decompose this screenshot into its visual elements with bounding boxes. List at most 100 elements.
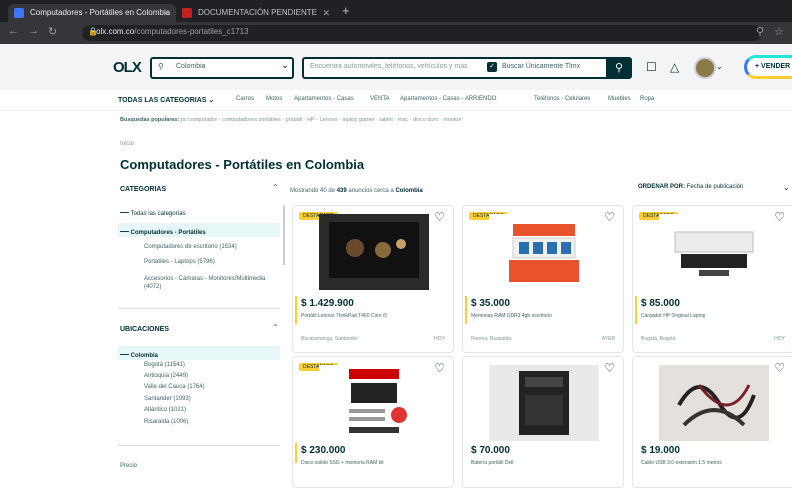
listing-title: Portátil Lenovo ThinkPad T460 Core i5 (301, 313, 387, 319)
nav-link[interactable]: Ropa (640, 96, 654, 102)
nav-link[interactable]: Muebles (608, 96, 631, 102)
flyer-image (319, 365, 429, 441)
sidebar-location[interactable]: Santander (1093) (144, 396, 191, 402)
listing-card[interactable]: ♡ $ 70.000 Batería portátil Dell (462, 356, 624, 488)
listing-price: $ 230.000 (301, 445, 346, 456)
nav-link[interactable]: VENTA (370, 96, 390, 102)
results-summary: Mostrando 40 de 439 anuncios cerca a Col… (290, 188, 423, 194)
search-placeholder: Encuentra automóviles, teléfonos, vehícu… (310, 63, 468, 70)
listing-card[interactable]: ♡ $ 19.000 Cable USB 3.0 extensión 1.5 m… (632, 356, 792, 488)
sidebar-selected-location[interactable]: — Colombia (120, 349, 158, 359)
sidebar-location[interactable]: Bogotá (11541) (144, 362, 185, 368)
listing-date: HOY (434, 336, 445, 342)
location-pin-icon[interactable]: ⚲ (756, 25, 764, 38)
search-icon: ⚲ (614, 62, 624, 74)
heart-icon[interactable]: ♡ (774, 361, 785, 375)
featured-bar (295, 296, 297, 324)
listing-price: $ 1.429.900 (301, 298, 354, 309)
reload-icon[interactable]: ↻ (48, 25, 57, 38)
sort-dropdown[interactable]: ORDENAR POR: Fecha de publicación (638, 184, 743, 190)
listing-card[interactable]: DESTACADO ♡ $ 230.000 Disco solido SSD +… (292, 356, 454, 488)
listing-location: Pereira, Risaralda (471, 336, 512, 342)
heart-icon[interactable]: ♡ (604, 361, 615, 375)
nav-link[interactable]: Apartamentos - Casas (294, 96, 354, 102)
forward-arrow-icon[interactable]: → (28, 25, 39, 37)
featured-bar (465, 296, 467, 324)
popular-searches: Búsquedas populares: pc computador · com… (120, 117, 462, 123)
sidebar-scrollbar[interactable] (283, 205, 285, 265)
back-arrow-icon[interactable]: ← (8, 25, 19, 37)
product-box-image (489, 214, 599, 290)
nav-link[interactable]: Apartamentos - Casas - ARRIENDO (400, 96, 496, 102)
featured-bar (295, 443, 297, 463)
listing-title: Cable USB 3.0 extensión 1.5 metros (641, 460, 722, 466)
sidebar-subcategory[interactable]: Computadores de escritorio (1534) (144, 244, 237, 250)
sidebar-location[interactable]: Antioquia (2449) (144, 373, 188, 379)
battery-image (489, 365, 599, 441)
bell-icon[interactable]: △ (670, 60, 679, 74)
browser-tab-active[interactable]: Computadores - Portátiles en Colombia ✕ (8, 4, 176, 22)
close-tab-icon[interactable]: ✕ (322, 4, 330, 22)
sidebar-all-categories[interactable]: — Todas las categorías (120, 207, 186, 217)
sidebar-selected-category[interactable]: — Computadores - Portátiles (120, 226, 206, 236)
tlmx-checkbox-label: Buscar Únicamente Tlmx (502, 63, 581, 70)
search-icon: ⚲ (158, 62, 164, 71)
sidebar-location[interactable]: Atlántico (1021) (144, 407, 186, 413)
locations-heading: UBICACIONES (120, 326, 170, 333)
sidebar-location[interactable]: Risaralda (1006) (144, 419, 188, 425)
chat-icon[interactable]: ☐ (646, 60, 657, 74)
nav-link[interactable]: Teléfonos - Celulares (534, 96, 590, 102)
chevron-down-icon[interactable]: ⌄ (716, 62, 723, 71)
listing-location: Bogotá, Bogotá (641, 336, 676, 342)
listing-date: HOY (774, 336, 785, 342)
chevron-up-icon[interactable]: ⌃ (272, 183, 279, 192)
star-icon[interactable]: ☆ (774, 25, 784, 38)
listing-card[interactable]: DESTACADO ♡ $ 35.000 Memorias RAM DDR3 4… (462, 205, 624, 353)
heart-icon[interactable]: ♡ (604, 210, 615, 224)
listing-location: Bucaramanga, Santander (301, 336, 358, 342)
search-button[interactable]: ⚲ (606, 57, 632, 79)
listing-title: Memorias RAM DDR3 4gb escritorio (471, 313, 552, 319)
chevron-down-icon: ⌄ (281, 60, 290, 71)
heart-icon[interactable]: ♡ (434, 210, 445, 224)
laptop-image (319, 214, 429, 290)
breadcrumb[interactable]: Inicio (120, 141, 134, 147)
sidebar-location[interactable]: Valle del Cauca (1764) (144, 384, 205, 390)
cable-image (659, 365, 769, 441)
olx-logo[interactable]: OLX (113, 59, 142, 76)
categories-heading: CATEGORIAS (120, 186, 167, 193)
url-text: olx.com.co/computadores-portatiles_c1713 (96, 27, 249, 36)
location-value: Colombia (176, 63, 206, 70)
location-select[interactable] (150, 57, 294, 79)
sidebar-subcategory[interactable]: (4072) (144, 284, 161, 290)
document-favicon-icon (182, 8, 192, 18)
nav-link[interactable]: Carros (236, 96, 254, 102)
tab-title: DOCUMENTACIÓN PENDIENTE (198, 8, 317, 17)
listing-date: AYER (601, 336, 615, 342)
sidebar-price-heading[interactable]: Precio (120, 463, 137, 469)
chevron-down-icon[interactable]: ⌄ (783, 183, 790, 192)
new-tab-icon[interactable]: + (342, 3, 350, 18)
nav-link[interactable]: Motos (266, 96, 282, 102)
close-tab-icon[interactable]: ✕ (162, 4, 170, 22)
device-image (659, 214, 769, 290)
listing-card[interactable]: DESTACADO ♡ $ 85.000 Cargador HP Origina… (632, 205, 792, 353)
sidebar-subcategory[interactable]: Portátiles - Laptops (5796) (144, 259, 215, 265)
tab-title: Computadores - Portátiles en Colombia (30, 8, 171, 17)
sell-button[interactable]: + VENDER (744, 55, 792, 79)
tlmx-checkbox[interactable]: ✓ (487, 62, 497, 72)
listing-title: Batería portátil Dell (471, 460, 514, 466)
avatar[interactable] (694, 57, 716, 79)
heart-icon[interactable]: ♡ (434, 361, 445, 375)
listing-title: Cargador HP Original Laptop (641, 313, 706, 319)
olx-favicon-icon (14, 8, 24, 18)
all-categories-dropdown[interactable]: TODAS LAS CATEGORIAS ⌄ (118, 96, 214, 104)
sidebar-subcategory[interactable]: Accesorios - Cámaras - Monitores/Multime… (144, 276, 265, 282)
listing-price: $ 70.000 (471, 445, 510, 456)
listing-card[interactable]: DESTACADO ♡ $ 1.429.900 Portátil Lenovo … (292, 205, 454, 353)
chevron-up-icon[interactable]: ⌃ (272, 323, 279, 332)
listing-price: $ 35.000 (471, 298, 510, 309)
heart-icon[interactable]: ♡ (774, 210, 785, 224)
browser-tab[interactable]: DOCUMENTACIÓN PENDIENTE ✕ (176, 4, 336, 22)
listing-title: Disco solido SSD + memoria RAM kit (301, 460, 384, 466)
